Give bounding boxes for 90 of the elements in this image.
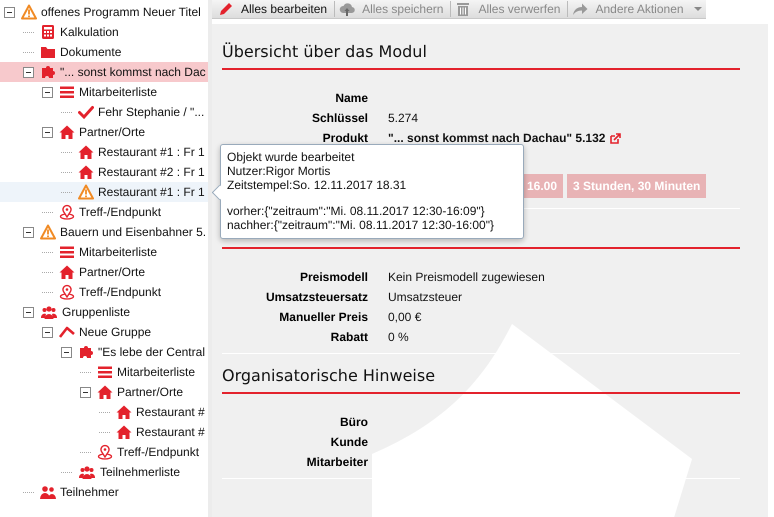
tree-item[interactable]: Mitarbeiterliste — [0, 242, 208, 262]
collapse-toggle[interactable] — [23, 226, 34, 238]
list-icon — [59, 84, 75, 100]
field-label: Umsatzsteuersatz — [264, 290, 368, 304]
tree-item[interactable]: Restaurant # — [0, 422, 208, 442]
tree-item[interactable]: "Es lebe der Central — [0, 342, 208, 362]
tree-item[interactable]: Dokumente — [0, 42, 208, 62]
calculator-icon — [40, 24, 56, 40]
folder-icon — [40, 44, 56, 60]
field-label: Manueller Preis — [278, 310, 368, 324]
puzzle-icon — [78, 344, 94, 360]
tooltip-text: nachher:{"zeitraum":"Mi. 08.11.2017 12:30-16:00"} — [227, 218, 495, 232]
field-label: Mitarbeiter — [306, 455, 368, 469]
tree-item[interactable]: Treff-/Endpunkt — [0, 282, 208, 302]
tree-item[interactable]: Partner/Orte — [0, 122, 208, 142]
field-value: 5.274 — [388, 111, 418, 125]
collapse-toggle[interactable] — [42, 126, 53, 138]
collapse-toggle[interactable] — [42, 86, 53, 98]
time-badge: 3 Stunden, 30 Minuten — [567, 174, 706, 198]
house-icon — [59, 124, 75, 140]
tree-item[interactable]: Gruppenliste — [0, 302, 208, 322]
tree-item[interactable]: Restaurant #1 : Fr 1 — [0, 182, 208, 202]
tree-item[interactable]: Partner/Orte — [0, 382, 208, 402]
group-icon — [78, 464, 96, 480]
tree-item[interactable]: Treff-/Endpunkt — [0, 442, 208, 462]
field-label: Büro — [339, 415, 368, 429]
check-icon — [78, 104, 94, 120]
house-icon — [116, 424, 132, 440]
collapse-toggle[interactable] — [42, 326, 53, 338]
cloud-upload-icon — [339, 1, 356, 17]
tree-item[interactable]: Fehr Stephanie / "... — [0, 102, 208, 122]
tree-item[interactable]: Kalkulation — [0, 22, 208, 42]
field-label: Name — [334, 91, 368, 105]
tree-item[interactable]: Mitarbeiterliste — [0, 362, 208, 382]
puzzle-icon — [40, 64, 56, 80]
tree-item[interactable]: Teilnehmerliste — [0, 462, 208, 482]
tree-item[interactable]: Treff-/Endpunkt — [0, 202, 208, 222]
field-value: 0 % — [388, 330, 409, 344]
tree-item[interactable]: Restaurant #2 : Fr 1 — [0, 162, 208, 182]
tooltip-text: Objekt wurde bearbeitet — [227, 150, 356, 164]
trash-icon — [455, 1, 472, 17]
tree-item[interactable]: Restaurant # — [0, 402, 208, 422]
tree-item[interactable]: offenes Programm Neuer Titel — [0, 2, 208, 22]
tooltip-text: Nutzer:Rigor Mortis — [227, 164, 332, 178]
warning-icon — [21, 4, 37, 20]
house-icon — [78, 164, 94, 180]
section-heading: Organisatorische Hinweise — [222, 366, 740, 394]
tooltip-text: Zeitstempel:So. 12.11.2017 18.31 — [227, 178, 408, 192]
tree-item[interactable]: Partner/Orte — [0, 262, 208, 282]
list-icon — [97, 364, 113, 380]
collapse-toggle[interactable] — [23, 306, 34, 318]
location-pin-icon — [59, 284, 75, 300]
field-label: Kunde — [330, 435, 368, 449]
tooltip-text: vorher:{"zeitraum":"Mi. 08.11.2017 12:30-16:09"} — [227, 204, 486, 218]
toolbar-button[interactable]: Alles bearbeiten — [214, 1, 336, 17]
house-icon — [116, 404, 132, 420]
warning-icon — [40, 224, 56, 240]
people-icon — [40, 484, 56, 500]
tree-item[interactable]: Restaurant #1 : Fr 1 — [0, 142, 208, 162]
tree-item[interactable]: Teilnehmer — [0, 482, 208, 502]
tree-item[interactable]: Neue Gruppe — [0, 322, 208, 342]
roof-icon — [59, 324, 75, 340]
warning-icon — [78, 184, 94, 200]
location-pin-icon — [59, 204, 75, 220]
collapse-toggle[interactable] — [4, 6, 15, 18]
house-icon — [78, 144, 94, 160]
collapse-toggle[interactable] — [23, 66, 34, 78]
time-badge: 16.00 — [521, 174, 564, 198]
field-label: Preismodell — [298, 270, 368, 284]
tree-item[interactable]: "... sonst kommst nach Dac — [0, 62, 208, 82]
field-value: Kein Preismodell zugewiesen — [388, 270, 545, 284]
section-heading: Übersicht über das Modul — [222, 42, 740, 70]
list-icon — [59, 244, 75, 260]
field-label: Schlüssel — [310, 111, 368, 125]
house-icon — [59, 264, 75, 280]
house-icon — [97, 384, 113, 400]
group-icon — [40, 304, 58, 320]
field-label: Produkt — [322, 131, 368, 145]
field-value: 0,00 € — [388, 310, 422, 324]
collapse-toggle[interactable] — [61, 346, 72, 358]
share-arrow-icon — [572, 1, 588, 17]
tree-item[interactable]: Bauern und Eisenbahner 5. — [0, 222, 208, 242]
field-value: Umsatzsteuer — [388, 290, 462, 304]
product-link[interactable]: "... sonst kommst nach Dachau" 5.132 — [388, 131, 606, 145]
pencil-icon — [218, 1, 234, 17]
collapse-toggle[interactable] — [80, 386, 91, 398]
external-link-icon[interactable] — [610, 132, 622, 144]
location-pin-icon — [97, 444, 113, 460]
tree-item[interactable]: Mitarbeiterliste — [0, 82, 208, 102]
field-label: Rabatt — [330, 330, 368, 344]
